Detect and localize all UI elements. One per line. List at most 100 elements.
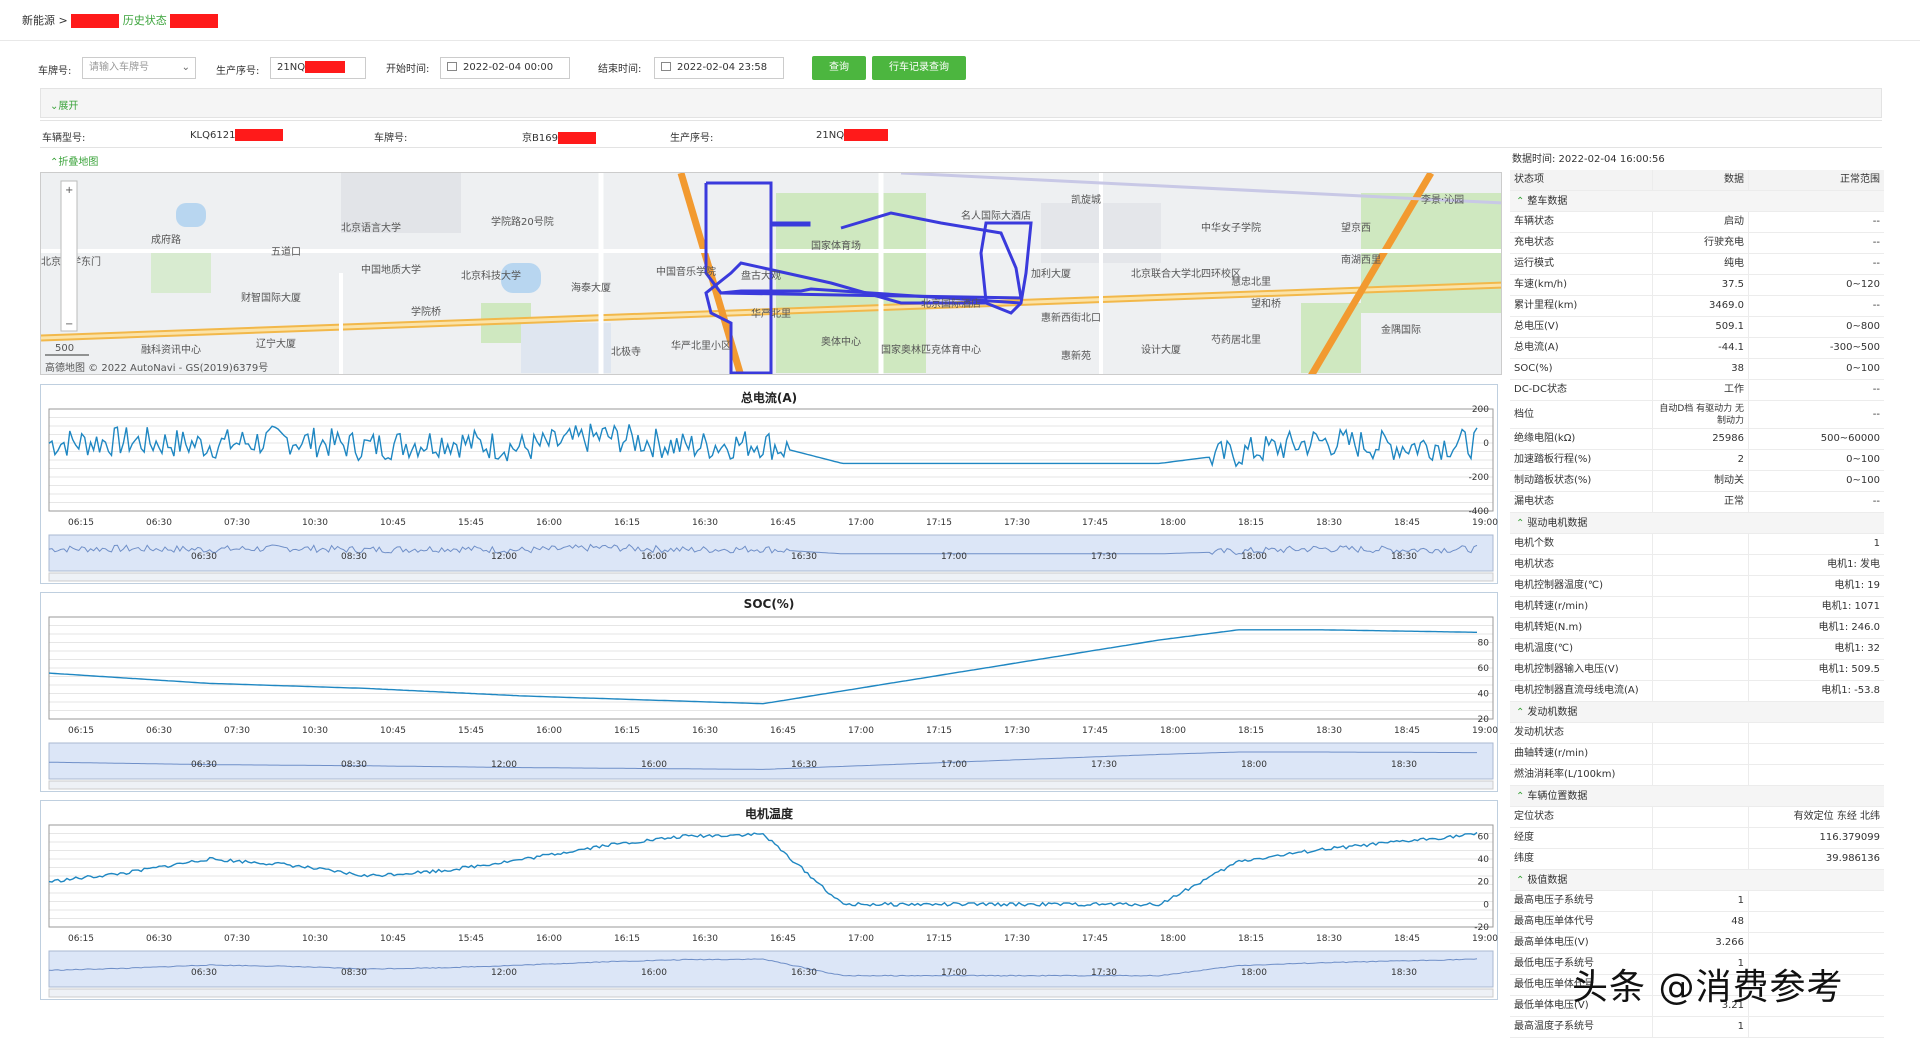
navigator-tick-label: 16:30 xyxy=(791,968,817,978)
serial-label: 生产序号: xyxy=(216,66,260,77)
x-tick-label: 18:45 xyxy=(1394,726,1420,736)
status-cell: -- xyxy=(1872,258,1880,269)
x-tick-label: 15:45 xyxy=(458,726,484,736)
status-header: 状态项 数据 正常范围 xyxy=(1510,170,1884,191)
query-button[interactable]: 查询 xyxy=(812,56,866,80)
chart-scrollbar xyxy=(48,572,1494,582)
svg-text:+: + xyxy=(65,185,73,196)
x-tick-label: 16:45 xyxy=(770,726,796,736)
status-section-header[interactable]: ⌃ 极值数据 xyxy=(1510,870,1884,891)
status-cell: -300~500 xyxy=(1829,342,1880,353)
svg-text:学院路20号院: 学院路20号院 xyxy=(491,215,554,228)
status-row: 电机控制器直流母线电流(A) 电机1: -53.8 xyxy=(1510,681,1884,702)
svg-text:凯旋城: 凯旋城 xyxy=(1071,193,1101,206)
navigator-tick-label: 18:00 xyxy=(1241,552,1267,562)
status-row: 电机控制器温度(℃) 电机1: 19 xyxy=(1510,576,1884,597)
x-tick-label: 10:30 xyxy=(302,934,328,944)
status-section-header[interactable]: ⌃ 驱动电机数据 xyxy=(1510,513,1884,534)
svg-text:北京国际酒店: 北京国际酒店 xyxy=(921,297,981,310)
status-cell: 纯电 xyxy=(1653,254,1749,274)
y-tick-label: 80 xyxy=(1478,639,1490,649)
navigator-tick-label: 16:00 xyxy=(641,552,667,562)
svg-text:中国音乐学院: 中国音乐学院 xyxy=(656,265,716,278)
serial-input[interactable]: 21NQ xyxy=(270,57,366,79)
status-cell: 39.986136 xyxy=(1825,853,1880,864)
navigator-tick-label: 06:30 xyxy=(191,552,217,562)
plate-label: 车牌号: xyxy=(38,66,72,77)
status-section-header[interactable]: ⌃ 车辆位置数据 xyxy=(1510,786,1884,807)
status-section-header[interactable]: ⌃ 整车数据 xyxy=(1510,191,1884,212)
y-tick-label: 20 xyxy=(1478,715,1490,725)
chart-1[interactable]: SOC(%) 80 60 40 20 06:15 06:30 07:30 10:30 10:45 1… xyxy=(40,592,1498,792)
x-tick-label: 17:00 xyxy=(848,518,874,528)
status-cell: 电机控制器输入电压(V) xyxy=(1510,660,1653,680)
svg-text:慧忠北里: 慧忠北里 xyxy=(1231,275,1271,288)
status-cell: DC-DC状态 xyxy=(1510,380,1653,400)
range-navigator xyxy=(48,742,1494,780)
x-tick-label: 06:30 xyxy=(146,518,172,528)
svg-text:五道口: 五道口 xyxy=(271,245,301,258)
status-cell: 500~60000 xyxy=(1820,433,1880,444)
navigator-tick-label: 17:30 xyxy=(1091,968,1117,978)
status-cell: 发动机状态 xyxy=(1510,723,1653,743)
navigator-tick-label: 18:00 xyxy=(1241,760,1267,770)
status-row: 累计里程(km) 3469.0 -- xyxy=(1510,296,1884,317)
trip-record-button[interactable]: 行车记录查询 xyxy=(872,56,966,80)
zoom-control: + − xyxy=(60,180,78,332)
navigator-tick-label: 17:00 xyxy=(941,552,967,562)
map-view[interactable]: 北京语言大学 学院路20号院 中国音乐学院 国家体育场 名人国际大酒店 凯旋城 … xyxy=(40,172,1502,375)
breadcrumb: 新能源 > 历史状态 xyxy=(22,12,219,28)
status-cell: 电机控制器直流母线电流(A) xyxy=(1510,681,1653,701)
chart-2[interactable]: 电机温度 60 40 20 0 -20 06:15 06:30 07:30 10:30 10:45 1… xyxy=(40,800,1498,1000)
navigator-tick-label: 12:00 xyxy=(491,760,517,770)
breadcrumb-root[interactable]: 新能源 xyxy=(22,14,55,27)
expand-toggle[interactable]: ⌄展开 xyxy=(50,97,78,112)
vehicle-plate-value: 京B169 xyxy=(522,129,596,144)
x-tick-label: 19:00 xyxy=(1472,726,1498,736)
status-cell: 车速(km/h) xyxy=(1510,275,1653,295)
status-cell: 总电流(A) xyxy=(1510,338,1653,358)
start-time-input[interactable]: 2022-02-04 00:00 xyxy=(440,57,570,79)
x-tick-label: 18:30 xyxy=(1316,726,1342,736)
status-cell: 定位状态 xyxy=(1510,807,1653,827)
x-tick-label: 18:00 xyxy=(1160,934,1186,944)
navigator-tick-label: 16:00 xyxy=(641,968,667,978)
svg-text:加利大厦: 加利大厦 xyxy=(1031,267,1071,280)
x-tick-label: 16:30 xyxy=(692,726,718,736)
watermark: 头条 @消费参考 xyxy=(1572,967,1844,1008)
status-row: DC-DC状态 工作 -- xyxy=(1510,380,1884,401)
x-tick-label: 17:45 xyxy=(1082,934,1108,944)
x-tick-label: 10:30 xyxy=(302,726,328,736)
end-time-input[interactable]: 2022-02-04 23:58 xyxy=(654,57,784,79)
x-tick-label: 17:30 xyxy=(1004,518,1030,528)
status-cell: 最高电压单体代号 xyxy=(1510,912,1653,932)
status-cell: 38 xyxy=(1653,359,1749,379)
status-row: 电机个数 1 xyxy=(1510,534,1884,555)
status-cell: 充电状态 xyxy=(1510,233,1653,253)
status-cell: 自动D档 有驱动力 无制动力 xyxy=(1653,401,1749,428)
status-cell: -- xyxy=(1872,409,1880,420)
x-tick-label: 16:00 xyxy=(536,934,562,944)
status-section-header[interactable]: ⌃ 发动机数据 xyxy=(1510,702,1884,723)
svg-text:设计大厦: 设计大厦 xyxy=(1141,343,1181,356)
svg-text:中国地质大学: 中国地质大学 xyxy=(361,263,421,276)
range-navigator xyxy=(48,950,1494,988)
status-cell: -- xyxy=(1872,384,1880,395)
status-cell: 电机1: 发电 xyxy=(1827,559,1880,570)
status-cell xyxy=(1653,639,1749,659)
chart-canvas: 80 60 40 20 06:15 06:30 07:30 10:30 10:45 15:45 16… xyxy=(48,616,1498,790)
svg-text:华严北里: 华严北里 xyxy=(751,307,791,320)
vehicle-info-row xyxy=(40,120,1882,148)
status-cell: 经度 xyxy=(1510,828,1653,848)
status-cell: 25986 xyxy=(1653,429,1749,449)
y-tick-label: 40 xyxy=(1478,690,1490,700)
collapse-map-toggle[interactable]: ⌃折叠地图 xyxy=(50,153,98,168)
chart-0[interactable]: 总电流(A) 200 0 -200 -400 06:15 06:30 07:30 10:30 10… xyxy=(40,384,1498,584)
navigator-tick-label: 17:00 xyxy=(941,760,967,770)
status-cell xyxy=(1653,618,1749,638)
plate-select[interactable]: 请输入车牌号 ⌄ xyxy=(82,57,196,79)
status-cell xyxy=(1653,660,1749,680)
x-tick-label: 16:15 xyxy=(614,518,640,528)
status-row: 漏电状态 正常 -- xyxy=(1510,492,1884,513)
x-tick-label: 07:30 xyxy=(224,518,250,528)
